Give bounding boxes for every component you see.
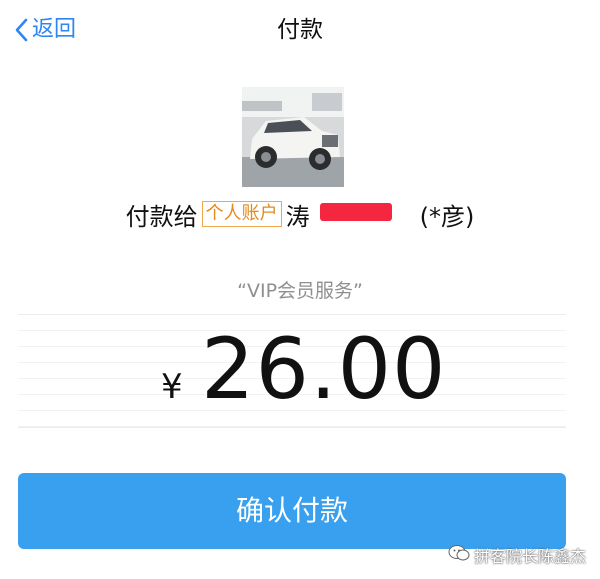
payee-prefix: 付款给 bbox=[125, 202, 198, 231]
confirm-payment-button[interactable]: 确认付款 bbox=[18, 473, 566, 549]
payee-name-start: 涛 bbox=[285, 202, 310, 231]
payment-note: “VIP会员服务” bbox=[237, 280, 363, 302]
payee-name: 涛 (*彦) bbox=[285, 197, 475, 232]
navigation-bar: 返回 付款 bbox=[0, 0, 600, 64]
payee-name-end: (*彦) bbox=[419, 202, 475, 231]
wechat-icon bbox=[448, 544, 474, 566]
payee-avatar bbox=[242, 87, 344, 187]
amount-panel: ¥ 26.00 bbox=[18, 314, 566, 428]
redaction-mark bbox=[319, 202, 392, 221]
currency-symbol: ¥ bbox=[161, 367, 183, 407]
payee-line: 付款给 个人账户 涛 (*彦) bbox=[0, 197, 600, 231]
watermark: 拼客院长陈鑫杰 bbox=[448, 543, 586, 567]
page-title: 付款 bbox=[277, 17, 323, 43]
watermark-text: 拼客院长陈鑫杰 bbox=[473, 547, 586, 566]
account-type-tag: 个人账户 bbox=[201, 201, 282, 227]
payment-amount: 26.00 bbox=[201, 320, 447, 418]
